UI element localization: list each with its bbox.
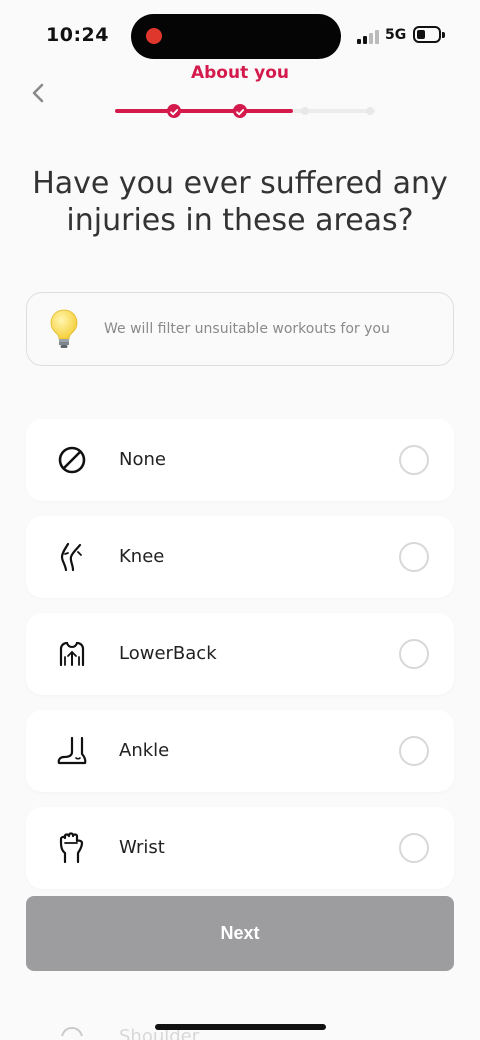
option-ankle[interactable]: Ankle bbox=[26, 710, 454, 792]
step-dot bbox=[301, 107, 309, 115]
option-label: Wrist bbox=[119, 837, 165, 858]
dynamic-island bbox=[131, 14, 341, 59]
next-button[interactable]: Next bbox=[26, 896, 454, 971]
status-time: 10:24 bbox=[46, 24, 109, 46]
signal-icon bbox=[357, 28, 379, 44]
option-none[interactable]: None bbox=[26, 419, 454, 501]
network-type: 5G bbox=[385, 27, 407, 43]
option-label: Ankle bbox=[119, 740, 170, 761]
hint-box: We will filter unsuitable workouts for y… bbox=[26, 292, 454, 366]
option-knee[interactable]: Knee bbox=[26, 516, 454, 598]
option-wrist[interactable]: Wrist bbox=[26, 807, 454, 889]
option-radio[interactable] bbox=[399, 833, 429, 863]
option-radio[interactable] bbox=[399, 542, 429, 572]
home-indicator[interactable] bbox=[155, 1024, 326, 1030]
option-shoulder[interactable]: Shoulder bbox=[26, 1004, 454, 1040]
lower-back-icon bbox=[59, 641, 85, 667]
hint-text: We will filter unsuitable workouts for y… bbox=[104, 321, 390, 337]
option-label: Knee bbox=[119, 546, 165, 567]
option-radio[interactable] bbox=[399, 736, 429, 766]
knee-icon bbox=[60, 542, 82, 572]
recording-indicator-icon bbox=[146, 28, 162, 44]
option-label: LowerBack bbox=[119, 643, 217, 664]
step-progress bbox=[115, 103, 375, 119]
wrist-icon bbox=[59, 832, 84, 864]
battery-icon bbox=[413, 26, 445, 43]
shoulder-icon bbox=[61, 1026, 83, 1037]
none-icon bbox=[58, 446, 86, 474]
step-check-icon bbox=[167, 104, 181, 118]
step-dot bbox=[366, 107, 374, 115]
progress-segment-current bbox=[243, 109, 293, 113]
status-bar: 10:24 5G bbox=[0, 0, 480, 70]
ankle-icon bbox=[57, 736, 87, 765]
step-check-icon bbox=[233, 104, 247, 118]
lightbulb-icon bbox=[50, 309, 78, 348]
option-label: None bbox=[119, 449, 166, 470]
option-radio[interactable] bbox=[399, 445, 429, 475]
page-title: About you bbox=[190, 63, 289, 83]
option-radio[interactable] bbox=[399, 639, 429, 669]
option-lower-back[interactable]: LowerBack bbox=[26, 613, 454, 695]
question-heading: Have you ever suffered any injuries in t… bbox=[32, 166, 448, 238]
